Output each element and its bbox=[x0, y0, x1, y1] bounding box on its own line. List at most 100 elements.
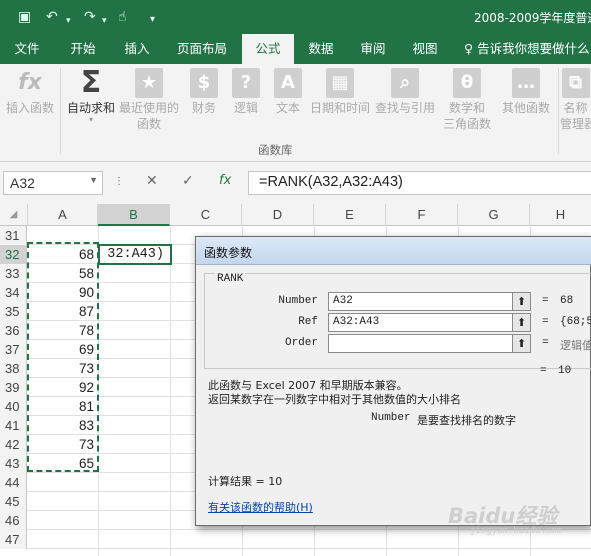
equals-sign: = bbox=[542, 295, 549, 307]
row-header[interactable]: 41 bbox=[0, 416, 27, 435]
logical-label: 逻辑 bbox=[233, 101, 258, 115]
watermark-url: jingyan.baidu.com bbox=[470, 526, 563, 536]
tab-formulas[interactable]: 公式 bbox=[242, 34, 294, 64]
select-all-button[interactable]: ◢ bbox=[0, 204, 28, 226]
name-box-value: A32 bbox=[10, 175, 35, 191]
tab-page-layout[interactable]: 页面布局 bbox=[168, 34, 236, 64]
ribbon-separator bbox=[558, 68, 559, 154]
tab-data[interactable]: 数据 bbox=[298, 34, 344, 64]
row-header[interactable]: 40 bbox=[0, 397, 27, 416]
row-header[interactable]: 42 bbox=[0, 435, 27, 454]
collapse-dialog-icon[interactable]: ⬆ bbox=[512, 292, 531, 311]
tab-view[interactable]: 视图 bbox=[402, 34, 448, 64]
row-header[interactable]: 46 bbox=[0, 511, 27, 530]
number-input[interactable]: A32 bbox=[328, 292, 524, 311]
autosum-button[interactable]: Σ 自动求和 ▾ bbox=[62, 68, 120, 124]
touch-mode-icon[interactable]: ☝ bbox=[118, 9, 127, 25]
tab-home[interactable]: 开始 bbox=[58, 34, 108, 64]
formula-bar: A32 ▼ ⋮ ✕ ✓ fx =RANK(A32,A32:A43) bbox=[0, 162, 591, 204]
column-header-b[interactable]: B bbox=[98, 204, 170, 226]
autosum-dropdown-icon: ▾ bbox=[88, 115, 93, 124]
formula-result-value: 10 bbox=[558, 365, 572, 377]
text-button[interactable]: A 文本 bbox=[268, 68, 308, 116]
math-trig-label1: 数学和 bbox=[448, 101, 485, 115]
logical-icon: ? bbox=[232, 68, 260, 98]
collapse-dialog-icon[interactable]: ⬆ bbox=[512, 334, 531, 353]
arguments-group: RANK Number A32 ⬆ = 68 Ref A32:A43 ⬆ = {… bbox=[204, 273, 591, 369]
dialog-title[interactable]: 函数参数 bbox=[196, 237, 591, 265]
column-header-f[interactable]: F bbox=[386, 204, 458, 226]
insert-function-icon[interactable]: fx bbox=[219, 173, 231, 188]
redo-dropdown-icon[interactable]: ▾ bbox=[102, 13, 107, 29]
ribbon-separator bbox=[60, 68, 61, 154]
argument-row-number: Number A32 ⬆ = 68 bbox=[205, 292, 591, 312]
column-header-d[interactable]: D bbox=[242, 204, 314, 226]
text-icon: A bbox=[274, 68, 302, 98]
name-box[interactable]: A32 ▼ bbox=[3, 171, 103, 195]
row-header[interactable]: 35 bbox=[0, 302, 27, 321]
cell-a[interactable] bbox=[28, 492, 98, 511]
tab-insert[interactable]: 插入 bbox=[112, 34, 162, 64]
row-header[interactable]: 32 bbox=[0, 245, 27, 264]
collapse-dialog-icon[interactable]: ⬆ bbox=[512, 313, 531, 332]
customize-toolbar-icon[interactable]: ▾ bbox=[150, 12, 155, 28]
row-header[interactable]: 36 bbox=[0, 321, 27, 340]
name-manager-button[interactable]: ⧉ 名称 管理器 bbox=[560, 68, 591, 132]
tab-file[interactable]: 文件 bbox=[0, 34, 54, 64]
recently-used-button[interactable]: ★ 最近使用的 函数 bbox=[118, 68, 180, 132]
undo-icon[interactable]: ↶ bbox=[46, 9, 58, 25]
date-time-button[interactable]: ▦ 日期和时间 bbox=[308, 68, 372, 116]
formula-bar-handle-icon[interactable]: ⋮ bbox=[114, 176, 124, 187]
save-icon[interactable]: ▣ bbox=[18, 9, 31, 25]
function-description: 返回某数字在一列数字中相对于其他数值的大小排名 bbox=[208, 393, 461, 406]
row-header[interactable]: 47 bbox=[0, 530, 27, 549]
row-header[interactable]: 37 bbox=[0, 340, 27, 359]
equals-sign: = bbox=[542, 316, 549, 328]
row-header[interactable]: 34 bbox=[0, 283, 27, 302]
formula-result-equals: = bbox=[540, 365, 547, 377]
math-trig-button[interactable]: θ 数学和 三角函数 bbox=[438, 68, 496, 132]
insert-function-button[interactable]: fx 插入函数 bbox=[2, 68, 58, 116]
lookup-reference-button[interactable]: ⌕ 查找与引用 bbox=[374, 68, 436, 116]
chevron-down-icon[interactable]: ▼ bbox=[89, 175, 98, 185]
ribbon: fx 插入函数 Σ 自动求和 ▾ ★ 最近使用的 函数 $ 财务 ? 逻辑 A … bbox=[0, 64, 591, 162]
row-header[interactable]: 31 bbox=[0, 226, 27, 245]
cell-a[interactable] bbox=[28, 511, 98, 530]
ref-input[interactable]: A32:A43 bbox=[328, 313, 524, 332]
order-input[interactable] bbox=[328, 334, 524, 353]
column-header-e[interactable]: E bbox=[314, 204, 386, 226]
redo-icon[interactable]: ↷ bbox=[84, 9, 96, 25]
tell-me-search[interactable]: ♀ 告诉我你想要做什么 bbox=[464, 34, 591, 64]
name-manager-label1: 名称 bbox=[563, 101, 588, 115]
column-header-g[interactable]: G bbox=[458, 204, 530, 226]
enter-icon[interactable]: ✓ bbox=[182, 173, 194, 189]
undo-dropdown-icon[interactable]: ▾ bbox=[66, 13, 71, 29]
row-header[interactable]: 38 bbox=[0, 359, 27, 378]
row-header[interactable]: 45 bbox=[0, 492, 27, 511]
equals-sign: = bbox=[542, 337, 549, 349]
row-header[interactable]: 39 bbox=[0, 378, 27, 397]
active-cell-b32[interactable]: 32:A43) bbox=[98, 244, 172, 265]
text-label: 文本 bbox=[275, 101, 300, 115]
row-header[interactable]: 43 bbox=[0, 454, 27, 473]
argument-hint: 逻辑值 bbox=[560, 341, 591, 353]
lookup-reference-label: 查找与引用 bbox=[374, 101, 435, 115]
function-help-link[interactable]: 有关该函数的帮助(H) bbox=[208, 499, 313, 515]
more-functions-button[interactable]: … 其他函数 bbox=[498, 68, 554, 116]
financial-button[interactable]: $ 财务 bbox=[184, 68, 224, 116]
column-header-a[interactable]: A bbox=[28, 204, 98, 226]
argument-name: Number bbox=[371, 412, 411, 424]
row-header[interactable]: 33 bbox=[0, 264, 27, 283]
more-functions-icon: … bbox=[512, 68, 540, 98]
formula-input[interactable]: =RANK(A32,A32:A43) bbox=[248, 171, 591, 195]
tab-review[interactable]: 审阅 bbox=[350, 34, 396, 64]
cancel-icon[interactable]: ✕ bbox=[146, 173, 158, 189]
row-header[interactable]: 44 bbox=[0, 473, 27, 492]
argument-row-ref: Ref A32:A43 ⬆ = {68;58;9 bbox=[205, 313, 591, 333]
logical-button[interactable]: ? 逻辑 bbox=[226, 68, 266, 116]
cell-a[interactable] bbox=[28, 473, 98, 492]
cell-a[interactable] bbox=[28, 530, 98, 549]
column-header-h[interactable]: H bbox=[530, 204, 591, 226]
column-header-c[interactable]: C bbox=[170, 204, 242, 226]
argument-label: Number bbox=[278, 295, 318, 307]
